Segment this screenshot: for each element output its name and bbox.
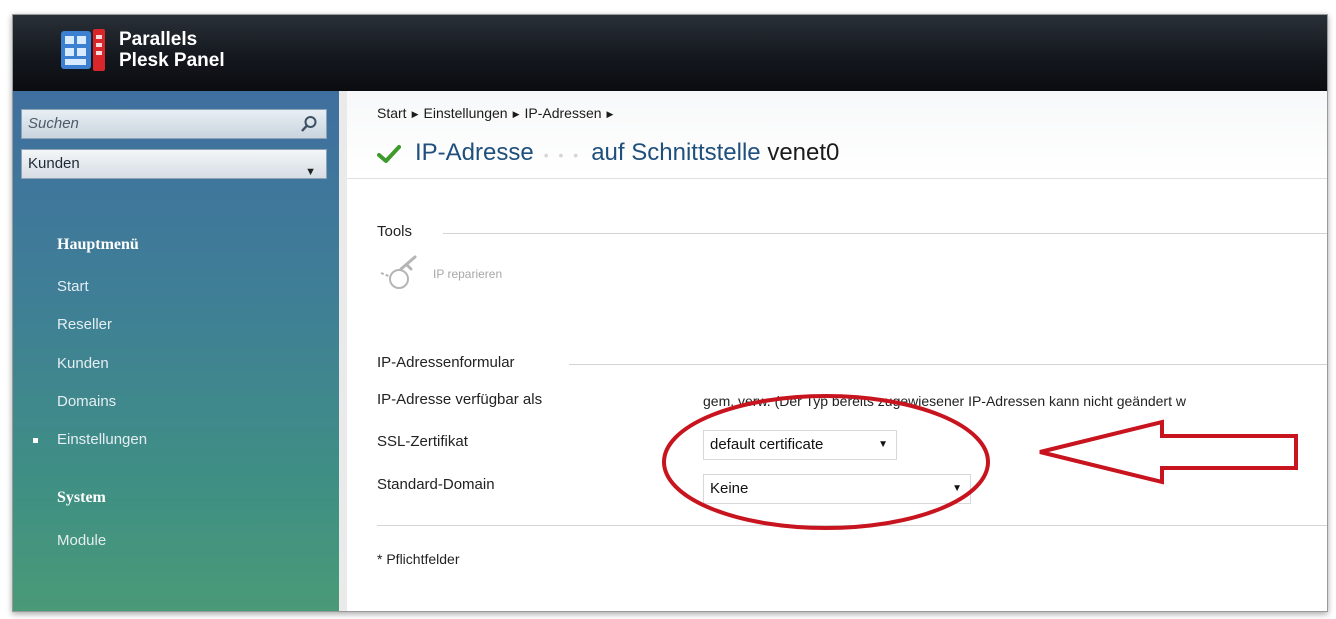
form-section-label: IP-Adressenformular (377, 354, 515, 371)
sidebar-item-einstellungen[interactable]: Einstellungen (57, 431, 147, 448)
system-heading: System (57, 489, 106, 506)
title-ip-obscured: • • • (543, 147, 582, 163)
main-content: Start ▶ Einstellungen ▶ IP-Adressen ▶ IP-Adre… (347, 91, 1327, 611)
title-mid: auf Schnittstelle (591, 139, 761, 166)
breadcrumb: Start ▶ Einstellungen ▶ IP-Adressen ▶ (377, 105, 618, 121)
breadcrumb-arrow-icon: ▶ (606, 109, 614, 119)
repair-tool-icon[interactable] (377, 251, 425, 297)
ssl-certificate-value: default certificate (710, 436, 824, 453)
search-icon[interactable] (300, 115, 318, 133)
customer-select[interactable]: Kunden ▼ (21, 149, 327, 179)
tools-section-label: Tools (377, 223, 413, 240)
breadcrumb-ip-adressen[interactable]: IP-Adressen (524, 105, 601, 121)
search-input[interactable]: Suchen (21, 109, 327, 139)
breadcrumb-arrow-icon: ▶ (512, 109, 520, 119)
default-domain-select[interactable]: Keine ▼ (703, 474, 971, 504)
sidebar-item-kunden[interactable]: Kunden (57, 355, 109, 372)
title-interface: venet0 (767, 139, 840, 166)
brand-line-2: Plesk Panel (119, 50, 225, 71)
chevron-down-icon: ▼ (878, 439, 888, 450)
plesk-logo-icon (61, 29, 105, 71)
search-placeholder: Suchen (28, 115, 79, 132)
customer-select-value: Kunden (28, 155, 80, 172)
ip-available-value: gem. verw. (Der Typ bereits zugewiesener… (703, 393, 1186, 409)
sidebar: Suchen Kunden ▼ Hauptmenü Start Reseller… (13, 91, 339, 611)
ssl-certificate-select[interactable]: default certificate ▼ (703, 430, 897, 460)
required-fields-note: * Pflichtfelder (377, 551, 460, 567)
repair-ip-link[interactable]: IP reparieren (433, 267, 502, 281)
active-bullet-icon (33, 438, 38, 443)
chevron-down-icon: ▼ (305, 166, 316, 178)
main-menu-heading: Hauptmenü (57, 236, 139, 253)
checkmark-icon (377, 145, 401, 163)
page-title: IP-Adresse • • • auf Schnittstelle venet0 (415, 139, 839, 167)
title-prefix: IP-Adresse (415, 139, 534, 166)
breadcrumb-arrow-icon: ▶ (411, 109, 419, 119)
sidebar-item-reseller[interactable]: Reseller (57, 316, 112, 333)
brand-line-1: Parallels (119, 29, 198, 50)
tools-section-divider (443, 233, 1327, 234)
form-bottom-divider (377, 525, 1327, 526)
breadcrumb-start[interactable]: Start (377, 105, 407, 121)
page-header: Start ▶ Einstellungen ▶ IP-Adressen ▶ IP-Adre… (347, 91, 1327, 179)
chevron-down-icon: ▼ (952, 483, 962, 494)
sidebar-item-module[interactable]: Module (57, 532, 106, 549)
brand-name: Parallels Plesk Panel (119, 29, 225, 71)
top-bar: Parallels Plesk Panel (13, 15, 1327, 91)
default-domain-label: Standard-Domain (377, 476, 495, 493)
sidebar-item-start[interactable]: Start (57, 278, 89, 295)
breadcrumb-einstellungen[interactable]: Einstellungen (424, 105, 508, 121)
default-domain-value: Keine (710, 480, 749, 497)
plesk-window: Parallels Plesk Panel Suchen Kunden ▼ Ha… (12, 14, 1328, 612)
ip-available-label: IP-Adresse verfügbar als (377, 391, 543, 408)
form-section-divider (569, 364, 1327, 365)
sidebar-item-domains[interactable]: Domains (57, 393, 116, 410)
ssl-certificate-label: SSL-Zertifikat (377, 433, 468, 450)
sidebar-divider (339, 91, 347, 611)
